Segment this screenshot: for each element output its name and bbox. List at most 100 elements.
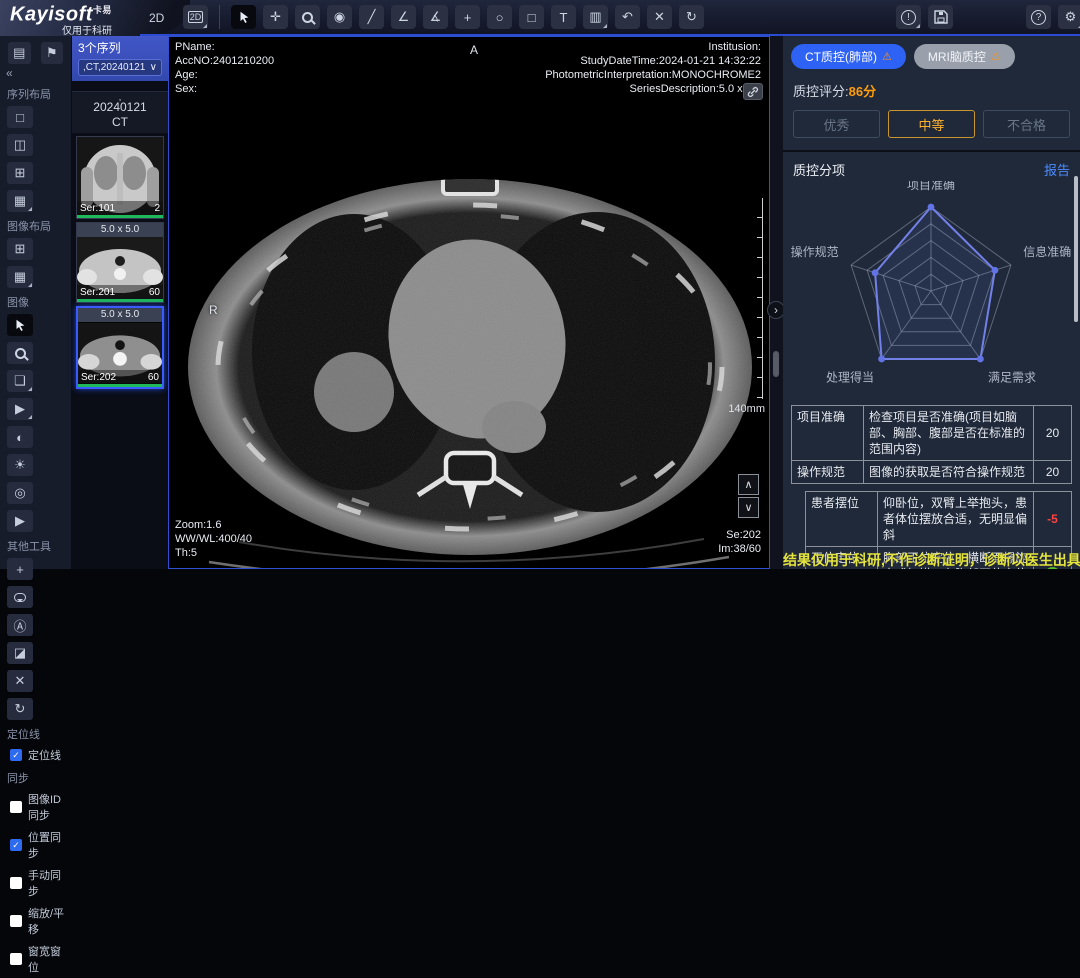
zoom-tool-button[interactable] <box>295 5 320 29</box>
tab-mri-qc[interactable]: MRI脑质控 ⚠ <box>914 44 1015 69</box>
cine-play-button[interactable]: ▶ <box>7 398 33 420</box>
cursor-tool-button[interactable] <box>231 5 256 29</box>
layout-3x3-button[interactable]: ▦ <box>7 190 33 212</box>
sync-section-label: 同步 <box>0 766 71 788</box>
reset-button[interactable]: ↻ <box>679 5 704 29</box>
sync-position-checkbox[interactable]: ✓ 位置同步 <box>0 826 71 864</box>
panel-scrollbar-thumb[interactable] <box>1074 176 1078 322</box>
angle-tool-button[interactable]: ∠ <box>391 5 416 29</box>
radar-axis-label: 信息准确 <box>1023 244 1071 259</box>
sync-zoom-pan-checkbox[interactable]: 缩放/平移 <box>0 902 71 940</box>
grade-medium-button[interactable]: 中等 <box>888 110 975 138</box>
patient-info-overlay: PName:AccNO:2401210200 Age:Sex: <box>175 40 274 96</box>
add-tool-button[interactable]: + <box>7 558 33 580</box>
rectangle-tool-button[interactable]: □ <box>519 5 544 29</box>
clear-all-button[interactable]: ✕ <box>7 670 33 692</box>
link-series-button[interactable] <box>743 83 763 100</box>
window-preset-button[interactable]: ▥ <box>583 5 608 29</box>
invert-button[interactable]: ◐ <box>7 426 33 448</box>
layout-1x2-button[interactable]: ◫ <box>7 134 33 156</box>
play-button[interactable]: ▶ <box>7 510 33 532</box>
localizer-checkbox[interactable]: ✓ 定位线 <box>0 744 71 766</box>
thumbnail-ser201[interactable]: 5.0 x 5.0 Ser:20160 <box>76 222 164 303</box>
qc-items-title: 质控分项 <box>793 160 845 179</box>
slice-scrollbar-thumb[interactable] <box>773 351 779 377</box>
save-button[interactable] <box>928 5 953 29</box>
target-icon: ◎ <box>14 485 25 501</box>
slice-info-overlay: Se:202Im:38/60 <box>718 528 761 556</box>
help-button[interactable]: ? <box>1026 5 1051 29</box>
thumbnail-ser101[interactable]: Ser:1012 <box>76 136 164 219</box>
view-2d-button[interactable]: 2D <box>183 5 208 29</box>
annotation-tool-button[interactable]: Ⓐ <box>7 614 33 636</box>
magnify-button[interactable] <box>7 342 33 364</box>
layout-2x2-button[interactable]: ⊞ <box>7 162 33 184</box>
radar-axis-label: 处理得当 <box>826 370 874 385</box>
info-icon: ! <box>901 10 916 25</box>
thumbnail-series-desc: 5.0 x 5.0 <box>78 308 162 322</box>
flip-rotate-button[interactable]: ❏ <box>7 370 33 392</box>
report-info-button[interactable]: ! <box>896 5 921 29</box>
thumbnail-ser202-selected[interactable]: 5.0 x 5.0 Ser:20260 <box>76 306 164 389</box>
qc-score-value: 86分 <box>849 84 876 99</box>
delete-annotation-button[interactable]: ✕ <box>647 5 672 29</box>
cursor-icon <box>13 318 27 332</box>
sync-manual-checkbox[interactable]: 手动同步 <box>0 864 71 902</box>
report-toggle-button[interactable]: ⚑ <box>41 42 64 64</box>
previous-slice-button[interactable]: ∧ <box>738 474 759 495</box>
series-header: 3个序列 ,CT,20240121 ∨ <box>72 36 168 81</box>
zoom-in-icon <box>302 12 313 23</box>
table-row: 项目准确 检查项目是否准确(项目如脑部、胸部、腹部是否在标准的范围内容) 20 <box>792 406 1071 460</box>
report-link[interactable]: 报告 <box>1044 160 1070 179</box>
qc-tabs: CT质控(肺部) ⚠ MRI脑质控 ⚠ <box>783 36 1080 75</box>
help-icon: ? <box>1031 10 1046 25</box>
grade-buttons: 优秀 中等 不合格 <box>783 102 1080 150</box>
study-select[interactable]: ,CT,20240121 ∨ <box>78 59 162 76</box>
next-slice-button[interactable]: ∨ <box>738 497 759 518</box>
image-viewport[interactable]: PName:AccNO:2401210200 Age:Sex: Institus… <box>168 36 770 569</box>
eraser-tool-button[interactable]: ◪ <box>7 642 33 664</box>
reset-view-button[interactable]: ↻ <box>7 698 33 720</box>
cursor-icon <box>237 10 251 24</box>
layout-1x1-button[interactable]: □ <box>7 106 33 128</box>
crosshair-tool-button[interactable]: + <box>455 5 480 29</box>
window-level-button[interactable]: ◉ <box>327 5 352 29</box>
reset-icon: ↻ <box>686 9 697 25</box>
grade-fail-button[interactable]: 不合格 <box>983 110 1070 138</box>
radar-data-point <box>928 204 935 211</box>
tab-ct-qc[interactable]: CT质控(肺部) ⚠ <box>791 44 906 69</box>
collapse-sidebar-button[interactable]: « <box>0 66 71 82</box>
comment-tool-button[interactable] <box>7 586 33 608</box>
qc-panel: CT质控(肺部) ⚠ MRI脑质控 ⚠ 质控评分:86分 优秀 中等 不合格 质… <box>783 36 1080 569</box>
select-tool-button[interactable] <box>7 314 33 336</box>
radar-data-point <box>878 356 885 363</box>
warning-icon: ⚠ <box>991 50 1001 63</box>
logo-caption: 仅用于科研 <box>62 22 112 37</box>
brightness-button[interactable]: ☀ <box>7 454 33 476</box>
ruler-tool-button[interactable]: ╱ <box>359 5 384 29</box>
settings-button[interactable]: ⚙ <box>1058 5 1080 29</box>
comment-icon <box>14 593 26 602</box>
view-2d-icon: 2D <box>188 11 204 23</box>
cobb-angle-button[interactable]: ∡ <box>423 5 448 29</box>
ruler-icon: ╱ <box>368 9 376 25</box>
series-list-toggle-button[interactable]: ▤ <box>8 42 31 64</box>
grade-excellent-button[interactable]: 优秀 <box>793 110 880 138</box>
sync-window-checkbox[interactable]: 窗宽窗位 <box>0 940 71 978</box>
panel-divider: › <box>770 36 783 569</box>
checkbox-checked-icon: ✓ <box>10 749 22 761</box>
image-grid-3x3-button[interactable]: ▦ <box>7 266 33 288</box>
target-button[interactable]: ◎ <box>7 482 33 504</box>
text-tool-button[interactable]: T <box>551 5 576 29</box>
ellipse-tool-button[interactable]: ○ <box>487 5 512 29</box>
mode-2d-label: 2D <box>149 11 164 25</box>
radar-data-point <box>872 269 879 276</box>
image-grid-2x2-button[interactable]: ⊞ <box>7 238 33 260</box>
play-icon: ▶ <box>15 513 25 529</box>
grid-3x3-icon: ▦ <box>14 269 26 285</box>
pan-tool-button[interactable]: ✛ <box>263 5 288 29</box>
undo-button[interactable]: ↶ <box>615 5 640 29</box>
sync-image-id-checkbox[interactable]: 图像ID同步 <box>0 788 71 826</box>
checkbox-icon <box>10 877 22 889</box>
top-toolbar: Kayisoft卡易 仅用于科研 2D 2D ✛ ◉ ╱ ∠ ∡ + ○ □ T… <box>0 0 1080 36</box>
